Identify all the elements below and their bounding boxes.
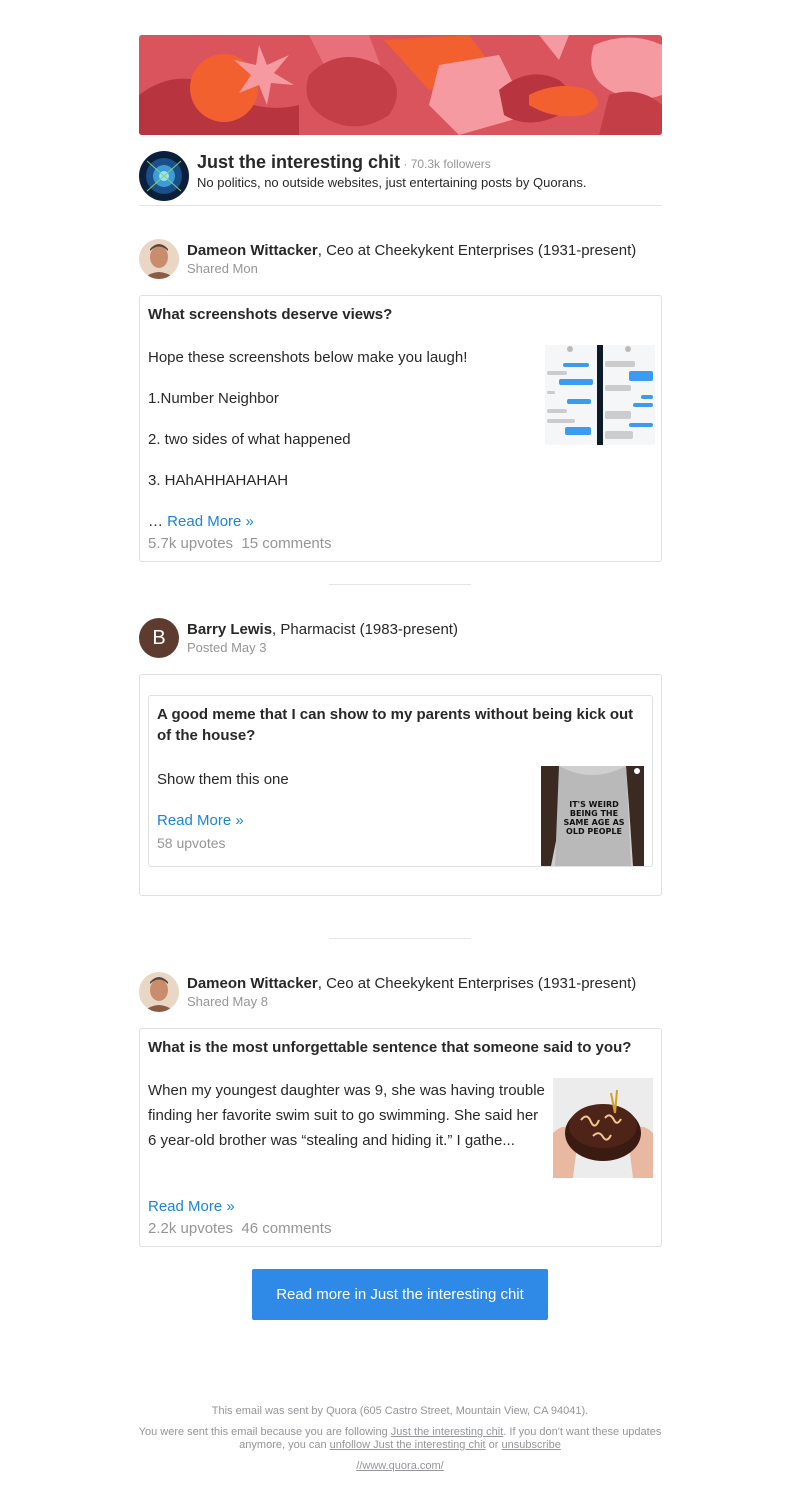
space-header: Just the interesting chit · 70.3k follow… <box>139 150 662 206</box>
post-card: A good meme that I can show to my parent… <box>139 674 662 896</box>
read-more-link[interactable]: Read More » <box>167 513 254 530</box>
footer-unfollow-link[interactable]: unfollow Just the interesting chit <box>330 1439 486 1451</box>
post-author: Dameon Wittacker, Ceo at Cheekykent Ente… <box>139 972 662 1014</box>
answer-card[interactable]: A good meme that I can show to my parent… <box>148 695 653 867</box>
post-meta: Shared Mon <box>187 261 258 276</box>
comment-count[interactable]: 46 comments <box>241 1220 331 1237</box>
upvote-count[interactable]: 58 upvotes <box>157 835 226 851</box>
answer-text: Show them this one <box>157 771 289 788</box>
author-name-line: Barry Lewis, Pharmacist (1983-present) <box>187 621 458 638</box>
cake-image[interactable] <box>553 1078 653 1178</box>
answer-card[interactable]: What is the most unforgettable sentence … <box>139 1028 662 1247</box>
space-title[interactable]: Just the interesting chit <box>197 152 400 172</box>
author-credential: , Ceo at Cheekykent Enterprises (1931-pr… <box>317 242 637 259</box>
question-title[interactable]: What is the most unforgettable sentence … <box>148 1037 648 1058</box>
author-avatar[interactable] <box>139 972 179 1012</box>
footer-quora-link[interactable]: //www.quora.com/ <box>356 1460 443 1472</box>
author-credential: , Pharmacist (1983-present) <box>272 621 458 638</box>
author-name[interactable]: Dameon Wittacker <box>187 242 318 259</box>
answer-text: When my youngest daughter was 9, she was… <box>148 1082 545 1149</box>
space-banner-image <box>139 35 662 135</box>
author-name-line: Dameon Wittacker, Ceo at Cheekykent Ente… <box>187 242 636 259</box>
footer-space-link[interactable]: Just the interesting chit <box>391 1426 504 1438</box>
stats-line: 5.7k upvotes 15 comments <box>148 535 331 552</box>
author-avatar[interactable] <box>139 239 179 279</box>
author-name-line: Dameon Wittacker, Ceo at Cheekykent Ente… <box>187 975 636 992</box>
footer-sent-by: This email was sent by Quora (605 Castro… <box>211 1405 589 1417</box>
author-name[interactable]: Dameon Wittacker <box>187 975 318 992</box>
post-author: B Barry Lewis, Pharmacist (1983-present)… <box>139 618 662 660</box>
read-more-line: … Read More » <box>148 509 254 534</box>
answer-line: 3. HAhAHHAHAHAH <box>148 472 289 489</box>
read-more-space-button[interactable]: Read more in Just the interesting chit <box>252 1269 548 1320</box>
ellipsis: … <box>148 513 168 530</box>
answer-line: Hope these screenshots below make you la… <box>148 349 468 366</box>
footer-unsubscribe-link[interactable]: unsubscribe <box>502 1439 561 1451</box>
post-author: Dameon Wittacker, Ceo at Cheekykent Ente… <box>139 239 662 281</box>
author-name[interactable]: Barry Lewis <box>187 621 272 638</box>
comment-count[interactable]: 15 comments <box>241 535 331 552</box>
read-more-line: Read More » <box>157 808 244 833</box>
answer-line: 1.Number Neighbor <box>148 390 279 407</box>
footer-reason-text: You were sent this email because you are… <box>138 1426 391 1438</box>
upvote-count[interactable]: 5.7k upvotes <box>148 535 233 552</box>
divider <box>329 938 471 939</box>
answer-line: 2. two sides of what happened <box>148 431 351 448</box>
meme-image[interactable]: IT'S WEIRD BEING THE SAME AGE AS OLD PEO… <box>541 766 644 866</box>
author-avatar[interactable]: B <box>139 618 179 658</box>
answer-card[interactable]: What screenshots deserve views? Hope the… <box>139 295 662 562</box>
question-title[interactable]: What screenshots deserve views? <box>148 304 648 325</box>
question-title[interactable]: A good meme that I can show to my parent… <box>157 704 647 746</box>
upvote-count[interactable]: 2.2k upvotes <box>148 1220 233 1237</box>
space-followers: · 70.3k followers <box>400 157 491 171</box>
footer-reason: You were sent this email because you are… <box>120 1426 680 1452</box>
footer-url-line: //www.quora.com/ <box>100 1460 700 1473</box>
read-more-link[interactable]: Read More » <box>157 812 244 829</box>
space-description: No politics, no outside websites, just e… <box>197 175 587 190</box>
footer-or: or <box>485 1439 502 1451</box>
space-avatar[interactable] <box>139 151 189 201</box>
read-more-link[interactable]: Read More » <box>148 1198 235 1215</box>
author-credential: , Ceo at Cheekykent Enterprises (1931-pr… <box>317 975 637 992</box>
meme-image-caption: IT'S WEIRD BEING THE SAME AGE AS OLD PEO… <box>563 800 625 836</box>
post-meta: Shared May 8 <box>187 994 268 1009</box>
divider <box>329 584 471 585</box>
post-meta: Posted May 3 <box>187 640 267 655</box>
stats-line: 2.2k upvotes 46 comments <box>148 1220 331 1237</box>
read-more-line: Read More » <box>148 1194 235 1219</box>
screenshot-thumbnail[interactable] <box>545 345 655 445</box>
space-title-line: Just the interesting chit · 70.3k follow… <box>197 152 491 173</box>
